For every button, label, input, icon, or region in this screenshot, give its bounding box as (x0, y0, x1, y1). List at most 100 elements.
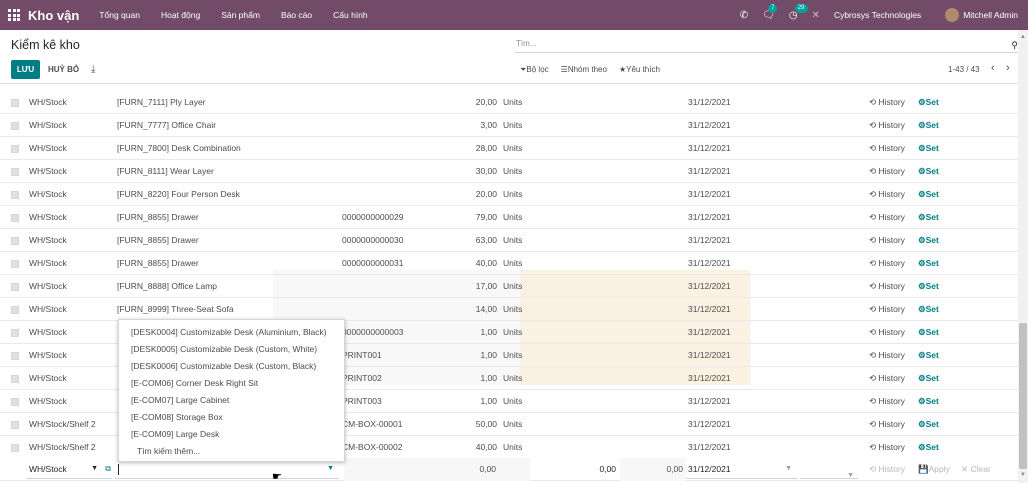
checkbox-icon[interactable] (11, 213, 19, 222)
caret-down-icon[interactable]: ▼ (91, 459, 98, 479)
set-button[interactable]: ⚙Set (918, 160, 939, 183)
pager-value[interactable]: 1-43 / 43 (948, 65, 980, 74)
set-button[interactable]: ⚙Set (918, 206, 939, 229)
company-switcher[interactable]: Cybrosys Technologies (834, 10, 921, 20)
apply-button[interactable]: 💾Apply (918, 458, 950, 481)
table-row[interactable]: WH/Stock [FURN_8855] Drawer 0000000000030 6… (0, 229, 1018, 252)
table-row[interactable]: WH/Stock [FURN_8999] Three-Seat Sofa 14,00… (0, 298, 1018, 321)
dropdown-option[interactable]: [DESK0004] Customizable Desk (Aluminium,… (119, 324, 344, 341)
row-checkbox[interactable] (11, 321, 19, 344)
history-button[interactable]: ⟲ History (869, 114, 905, 137)
history-button[interactable]: ⟲ History (869, 229, 905, 252)
set-button[interactable]: ⚙Set (918, 298, 939, 321)
chevron-left-icon[interactable]: ‹ (991, 62, 995, 74)
row-checkbox[interactable] (11, 137, 19, 160)
checkbox-icon[interactable] (11, 282, 19, 291)
history-button[interactable]: ⟲ History (869, 252, 905, 275)
table-row[interactable]: WH/Stock [FURN_7111] Ply Layer 20,00 Units 3… (0, 91, 1018, 114)
set-button[interactable]: ⚙Set (918, 367, 939, 390)
menu-operations[interactable]: Hoạt động (161, 10, 200, 20)
phone-icon[interactable]: ✆ (740, 10, 748, 21)
checkbox-icon[interactable] (11, 121, 19, 130)
checkbox-icon[interactable] (11, 190, 19, 199)
checkbox-icon[interactable] (11, 98, 19, 107)
clear-button[interactable]: ✕ Clear (961, 458, 991, 481)
set-button[interactable]: ⚙Set (918, 436, 939, 459)
checkbox-icon[interactable] (11, 144, 19, 153)
product-input[interactable]: ▼ (115, 459, 339, 479)
table-row[interactable]: WH/Stock [FURN_8111] Wear Layer 30,00 Units… (0, 160, 1018, 183)
search-input[interactable]: Tìm... ⚲ (515, 37, 1020, 53)
set-button[interactable]: ⚙Set (918, 390, 939, 413)
dropdown-option[interactable]: [E-COM07] Large Cabinet (119, 392, 344, 409)
menu-reporting[interactable]: Báo cáo (281, 10, 312, 20)
history-button[interactable]: ⟲ History (869, 183, 905, 206)
filter-button[interactable]: ⏷Bộ lọc (520, 65, 549, 75)
tools-icon[interactable]: ✕ (812, 10, 820, 21)
download-icon[interactable]: ⤓ (91, 64, 95, 75)
dropdown-option[interactable]: [E-COM09] Large Desk (119, 426, 344, 443)
checkbox-icon[interactable] (11, 374, 19, 383)
checkbox-icon[interactable] (11, 328, 19, 337)
scroll-down-arrow-icon[interactable]: ▼ (1020, 472, 1026, 478)
set-button[interactable]: ⚙Set (918, 229, 939, 252)
counted-quantity-input[interactable]: 0,00 (533, 458, 619, 481)
set-button[interactable]: ⚙Set (918, 275, 939, 298)
set-button[interactable]: ⚙Set (918, 137, 939, 160)
caret-down-icon[interactable]: ▼ (327, 459, 334, 479)
row-checkbox[interactable] (11, 114, 19, 137)
row-checkbox[interactable] (11, 344, 19, 367)
row-checkbox[interactable] (11, 298, 19, 321)
search-more-option[interactable]: Tìm kiếm thêm... (119, 443, 344, 460)
history-button[interactable]: ⟲ History (869, 413, 905, 436)
app-brand[interactable]: Kho vận (28, 8, 79, 23)
history-button[interactable]: ⟲ History (869, 458, 905, 481)
row-checkbox[interactable] (11, 206, 19, 229)
table-row[interactable]: WH/Stock [FURN_8855] Drawer 0000000000029 7… (0, 206, 1018, 229)
favorites-button[interactable]: ★Yêu thích (619, 65, 660, 75)
set-button[interactable]: ⚙Set (918, 321, 939, 344)
row-checkbox[interactable] (11, 367, 19, 390)
row-checkbox[interactable] (11, 160, 19, 183)
table-row[interactable]: WH/Stock [FURN_8220] Four Person Desk 20,0… (0, 183, 1018, 206)
save-button[interactable]: LƯU (11, 60, 40, 79)
row-checkbox[interactable] (11, 252, 19, 275)
chat-icon[interactable]: 🗨 7 (762, 3, 778, 21)
row-checkbox[interactable] (11, 183, 19, 206)
activity-icon[interactable]: ◷ 29 (789, 3, 808, 21)
history-button[interactable]: ⟲ History (869, 367, 905, 390)
caret-down-icon[interactable]: ▼ (847, 464, 854, 483)
table-row[interactable]: WH/Stock [FURN_7800] Desk Combination 28,0… (0, 137, 1018, 160)
row-checkbox[interactable] (11, 275, 19, 298)
set-button[interactable]: ⚙Set (918, 91, 939, 114)
location-field[interactable]: WH/Stock ▼ ⧉ (26, 459, 112, 479)
checkbox-icon[interactable] (11, 167, 19, 176)
checkbox-icon[interactable] (11, 420, 19, 429)
history-button[interactable]: ⟲ History (869, 298, 905, 321)
checkbox-icon[interactable] (11, 305, 19, 314)
history-button[interactable]: ⟲ History (869, 275, 905, 298)
caret-down-icon[interactable]: ▼ (785, 459, 792, 479)
dropdown-option[interactable]: [E-COM08] Storage Box (119, 409, 344, 426)
row-checkbox[interactable] (11, 436, 19, 459)
dropdown-option[interactable]: [DESK0005] Customizable Desk (Custom, Wh… (119, 341, 344, 358)
search-icon[interactable]: ⚲ (1011, 38, 1018, 52)
menu-products[interactable]: Sản phẩm (221, 10, 260, 20)
menu-configuration[interactable]: Cấu hình (333, 10, 368, 20)
row-checkbox[interactable] (11, 390, 19, 413)
row-checkbox[interactable] (11, 229, 19, 252)
set-button[interactable]: ⚙Set (918, 183, 939, 206)
history-button[interactable]: ⟲ History (869, 321, 905, 344)
checkbox-icon[interactable] (11, 397, 19, 406)
history-button[interactable]: ⟲ History (869, 160, 905, 183)
history-button[interactable]: ⟲ History (869, 344, 905, 367)
row-checkbox[interactable] (11, 413, 19, 436)
user-input[interactable]: ▼ (800, 459, 858, 479)
set-button[interactable]: ⚙Set (918, 252, 939, 275)
row-checkbox[interactable] (11, 91, 19, 114)
avatar[interactable] (945, 8, 960, 22)
scheduled-date-input[interactable]: 31/12/2021 ▼ (686, 459, 798, 479)
history-button[interactable]: ⟲ History (869, 436, 905, 459)
discard-button[interactable]: HUỶ BỎ (48, 60, 79, 79)
dropdown-option[interactable]: [DESK0006] Customizable Desk (Custom, Bl… (119, 358, 344, 375)
